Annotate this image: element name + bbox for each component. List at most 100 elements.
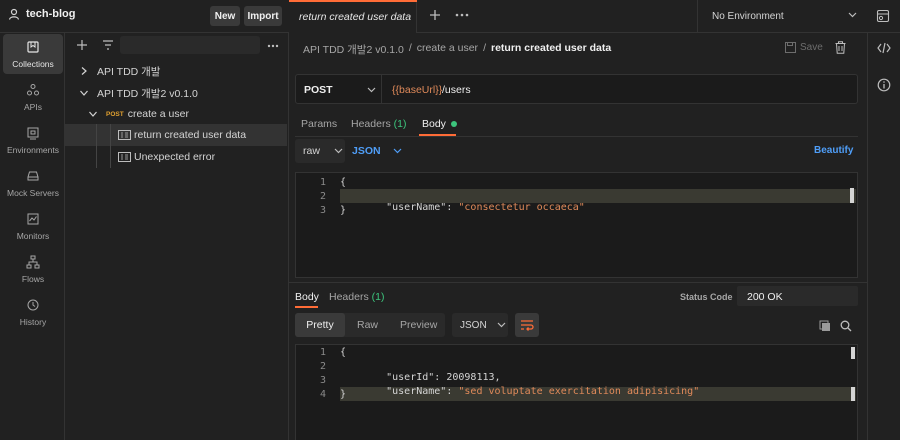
scrollbar-thumb[interactable] bbox=[851, 387, 855, 401]
tab-return-created-user-data[interactable]: return created user data bbox=[289, 0, 417, 33]
tab-options-button[interactable] bbox=[455, 13, 469, 17]
left-rail: Collections APIs Environments Mock Serve… bbox=[0, 33, 65, 440]
environment-label: No Environment bbox=[712, 11, 784, 22]
body-mode-select[interactable]: raw bbox=[295, 139, 345, 163]
json-key: "userName" bbox=[386, 202, 447, 213]
request-body-editor[interactable]: 1 2 3 { "userName": "consectetur occaeca… bbox=[295, 172, 858, 278]
filter-button[interactable] bbox=[102, 40, 114, 50]
chevron-down-icon bbox=[367, 87, 376, 93]
view-pretty-button[interactable]: Pretty bbox=[295, 313, 345, 337]
rail-item-monitors[interactable]: Monitors bbox=[3, 206, 63, 246]
rail-item-history[interactable]: History bbox=[3, 292, 63, 332]
code-line-1: { bbox=[340, 177, 347, 188]
workspace-switcher[interactable]: tech-blog bbox=[8, 8, 76, 20]
chevron-down-icon bbox=[848, 12, 857, 18]
right-context-bar bbox=[867, 33, 900, 440]
copy-icon bbox=[819, 320, 830, 331]
view-preview-button[interactable]: Preview bbox=[400, 319, 437, 331]
tree-item-create-a-user[interactable]: POST create a user bbox=[65, 103, 287, 125]
view-pretty-label: Pretty bbox=[306, 319, 334, 331]
tree-label-create-a-user: create a user bbox=[127, 108, 189, 120]
view-raw-button[interactable]: Raw bbox=[357, 319, 378, 331]
import-button[interactable]: Import bbox=[244, 6, 282, 26]
method-select[interactable]: POST bbox=[295, 74, 382, 104]
url-path: /users bbox=[442, 84, 471, 96]
tree-label-collection-1: API TDD 개발 bbox=[97, 65, 161, 78]
tab-headers[interactable]: Headers (1) bbox=[351, 118, 406, 130]
environment-quick-look-button[interactable] bbox=[876, 9, 890, 23]
new-tab-button[interactable] bbox=[428, 8, 442, 22]
json-string-value: "consectetur occaeca" bbox=[458, 202, 585, 213]
wrap-lines-button[interactable] bbox=[515, 313, 539, 337]
json-colon: : bbox=[446, 386, 459, 397]
filter-icon bbox=[103, 40, 113, 50]
body-mode-value: raw bbox=[303, 145, 320, 157]
line-number: 3 bbox=[319, 375, 326, 386]
rail-label-monitors: Monitors bbox=[16, 231, 50, 241]
tree-label-example-1: return created user data bbox=[134, 129, 247, 141]
response-body-viewer[interactable]: 1 2 3 4 { "userId": 20098113, "userName"… bbox=[295, 344, 858, 440]
request-info-button[interactable] bbox=[877, 78, 891, 92]
code-icon bbox=[877, 42, 891, 54]
environment-selector[interactable]: No Environment bbox=[697, 0, 867, 33]
request-editor: API TDD 개발2 v0.1.0 / create a user / ret… bbox=[289, 33, 867, 440]
line-number: 3 bbox=[319, 205, 326, 216]
environments-icon bbox=[27, 127, 39, 140]
response-language-select[interactable]: JSON bbox=[452, 313, 508, 337]
scrollbar-thumb[interactable] bbox=[851, 347, 855, 359]
response-language-value: JSON bbox=[460, 319, 487, 331]
method-badge-post: POST bbox=[106, 110, 124, 118]
breadcrumb-collection[interactable]: API TDD 개발2 v0.1.0 bbox=[303, 42, 404, 57]
chevron-down-icon bbox=[497, 322, 506, 328]
status-code-field[interactable]: 200 OK bbox=[737, 286, 858, 306]
line-number: 4 bbox=[319, 389, 326, 400]
code-line-3: "userName": "sed voluptate exercitation … bbox=[350, 375, 699, 408]
tree-item-example-return-created-user-data[interactable]: return created user data bbox=[65, 124, 287, 146]
delete-button[interactable] bbox=[835, 41, 846, 54]
tree-indent-guide bbox=[110, 124, 111, 168]
rail-item-collections[interactable]: Collections bbox=[3, 34, 63, 74]
url-input[interactable]: {{baseUrl}} /users bbox=[382, 74, 858, 104]
json-string-value: "sed voluptate exercitation adipisicing" bbox=[458, 386, 700, 397]
tree-item-collection-1[interactable]: API TDD 개발 bbox=[65, 60, 287, 82]
tree-item-example-unexpected-error[interactable]: Unexpected error bbox=[65, 146, 287, 168]
tab-params[interactable]: Params bbox=[301, 118, 337, 130]
workspace-name: tech-blog bbox=[26, 8, 76, 20]
sidebar-options-button[interactable] bbox=[267, 44, 279, 48]
tab-headers-label: Headers bbox=[351, 118, 391, 130]
tab-body[interactable]: Body bbox=[422, 118, 457, 130]
user-icon bbox=[8, 8, 20, 20]
tree-label-collection-2: API TDD 개발2 v0.1.0 bbox=[97, 87, 198, 100]
response-tab-body[interactable]: Body bbox=[295, 291, 319, 303]
tree-item-collection-2[interactable]: API TDD 개발2 v0.1.0 bbox=[65, 82, 287, 104]
code-snippet-button[interactable] bbox=[877, 42, 891, 54]
line-number: 2 bbox=[319, 191, 326, 202]
search-collections-input[interactable] bbox=[120, 36, 260, 54]
environment-quick-look-icon bbox=[876, 9, 890, 23]
search-response-button[interactable] bbox=[840, 320, 852, 332]
rail-item-environments[interactable]: Environments bbox=[3, 120, 63, 160]
trash-icon bbox=[835, 41, 846, 54]
breadcrumb-request[interactable]: create a user bbox=[417, 42, 478, 57]
status-code-value: 200 OK bbox=[747, 291, 783, 303]
tab-title: return created user data bbox=[299, 11, 412, 23]
code-line-1: { bbox=[340, 347, 347, 358]
new-button[interactable]: New bbox=[210, 6, 240, 26]
rail-item-apis[interactable]: APIs bbox=[3, 77, 63, 117]
copy-response-button[interactable] bbox=[819, 320, 831, 332]
save-label: Save bbox=[800, 42, 823, 53]
body-language-select[interactable]: JSON bbox=[352, 139, 402, 163]
save-icon bbox=[785, 42, 796, 53]
response-tab-headers-label: Headers bbox=[329, 291, 369, 303]
tab-headers-count: (1) bbox=[393, 118, 407, 130]
code-line-2: "userName": "consectetur occaeca" bbox=[350, 191, 585, 224]
beautify-button[interactable]: Beautify bbox=[814, 145, 853, 156]
url-variable: {{baseUrl}} bbox=[392, 84, 443, 96]
response-tab-headers[interactable]: Headers (1) bbox=[329, 291, 384, 303]
create-collection-button[interactable] bbox=[76, 39, 88, 51]
save-button[interactable]: Save bbox=[785, 42, 823, 53]
rail-item-mock-servers[interactable]: Mock Servers bbox=[3, 163, 63, 203]
rail-item-flows[interactable]: Flows bbox=[3, 249, 63, 289]
line-number: 1 bbox=[319, 177, 326, 188]
rail-label-apis: APIs bbox=[24, 102, 42, 112]
